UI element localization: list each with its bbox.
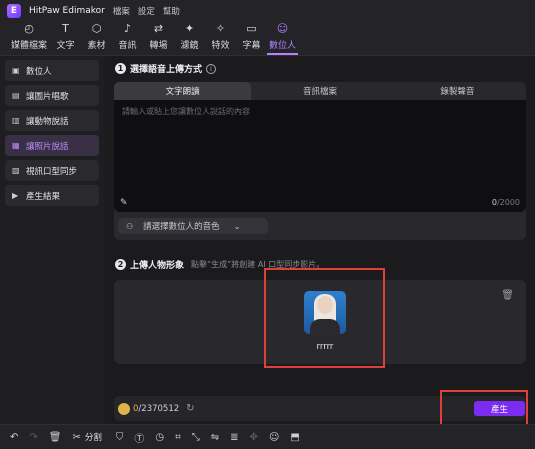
scissors-icon[interactable]: ✂ bbox=[72, 432, 80, 443]
step1-number: 1 bbox=[115, 63, 126, 74]
menu-help[interactable]: 幫助 bbox=[163, 5, 180, 17]
magic-wand-icon[interactable]: ✎ bbox=[120, 198, 132, 209]
sidebar-item-image-sing[interactable]: ▤ 讓圖片唱歌 bbox=[5, 85, 99, 106]
redo-icon[interactable]: ↷ bbox=[29, 432, 37, 443]
sidebar: ▣ 數位人 ▤ 讓圖片唱歌 ▥ 讓動物說話 ▦ 讓照片說話 ▧ 視訊口型同步 ▶ 產生結果 bbox=[0, 56, 104, 424]
toolbar-digital-human[interactable]: ☺ 數位人 bbox=[267, 23, 298, 55]
sidebar-item-lip-sync[interactable]: ▧ 視訊口型同步 bbox=[5, 160, 99, 181]
sidebar-item-label: 讓圖片唱歌 bbox=[26, 91, 69, 102]
step2-title: 上傳人物形象 bbox=[130, 261, 185, 271]
delete-avatar-icon[interactable]: 🗑 bbox=[501, 290, 514, 301]
menu-file[interactable]: 檔案 bbox=[113, 5, 130, 17]
text-icon: T bbox=[62, 22, 69, 35]
script-placeholder: 請輸入或貼上您讓數位人說話的內容 bbox=[122, 107, 250, 116]
credits: 0/2370512 bbox=[133, 404, 179, 414]
tab-audio-file[interactable]: 音訊檔案 bbox=[251, 82, 388, 100]
toolbar-label: 轉場 bbox=[149, 41, 168, 51]
sidebar-item-label: 讓動物說話 bbox=[26, 116, 69, 127]
image-sing-icon: ▤ bbox=[12, 91, 20, 100]
sidebar-item-result[interactable]: ▶ 產生結果 bbox=[5, 185, 99, 206]
toolbar-subtitle[interactable]: ▭ 字幕 bbox=[236, 23, 267, 55]
result-icon: ▶ bbox=[12, 191, 19, 200]
step1-title: 選擇語音上傳方式 bbox=[130, 65, 203, 75]
main-panel: 1 選擇語音上傳方式 i 文字朗讀 音訊檔案 錄製聲音 請輸入或貼上您讓數位人說… bbox=[106, 56, 535, 424]
toolbar-label: 媒體檔案 bbox=[10, 41, 47, 51]
sidebar-item-label: 數位人 bbox=[26, 66, 52, 77]
sidebar-item-label: 視訊口型同步 bbox=[26, 166, 78, 177]
voice-panel: 文字朗讀 音訊檔案 錄製聲音 請輸入或貼上您讓數位人說話的內容 ✎ 0/2000… bbox=[114, 82, 526, 240]
toolbar-media[interactable]: ◴ 媒體檔案 bbox=[8, 23, 50, 55]
toolbar-label: 音訊 bbox=[118, 41, 137, 51]
info-icon[interactable]: i bbox=[206, 63, 217, 74]
chevron-down-icon: ⌄ bbox=[233, 221, 241, 231]
voice-tabs: 文字朗讀 音訊檔案 錄製聲音 bbox=[114, 82, 526, 100]
media-icon: ◴ bbox=[24, 22, 34, 35]
sidebar-item-animal[interactable]: ▥ 讓動物說話 bbox=[5, 110, 99, 131]
export-icon[interactable]: ⬒ bbox=[290, 432, 299, 443]
align-icon[interactable]: ≣ bbox=[230, 432, 238, 443]
app-logo: E bbox=[7, 4, 21, 18]
coin-icon bbox=[118, 402, 130, 415]
edit-toolbar: ↶ ↷ 🗑 ✂ 分割 ⛉ Ⓣ ◷ ⌗ ⤡ ⇋ ≣ ✥ ☺ ⬒ bbox=[0, 424, 535, 449]
title-bar: E HitPaw Edimakor 檔案 設定 幫助 bbox=[0, 0, 535, 22]
animal-icon: ▥ bbox=[12, 116, 20, 125]
undo-icon[interactable]: ↶ bbox=[10, 432, 18, 443]
toolbar-audio[interactable]: ♪ 音訊 bbox=[112, 23, 143, 55]
sidebar-item-person[interactable]: ▣ 數位人 bbox=[5, 60, 99, 81]
voice-select-label: 請選擇數位人的音色 bbox=[143, 222, 220, 232]
char-max: /2000 bbox=[496, 198, 520, 207]
tab-record-voice[interactable]: 錄製聲音 bbox=[389, 82, 526, 100]
step2-number: 2 bbox=[115, 259, 126, 270]
menu-settings[interactable]: 設定 bbox=[138, 5, 155, 17]
sidebar-item-photo-talk[interactable]: ▦ 讓照片說話 bbox=[5, 135, 99, 156]
move-icon[interactable]: ✥ bbox=[250, 432, 258, 443]
timer-icon[interactable]: ◷ bbox=[155, 432, 164, 443]
toolbar-label: 素材 bbox=[87, 41, 106, 51]
toolbar-text[interactable]: T 文字 bbox=[50, 23, 81, 55]
digital-human-icon: ☺ bbox=[276, 22, 289, 35]
photo-talk-icon: ▦ bbox=[12, 141, 20, 150]
text-box-icon[interactable]: Ⓣ bbox=[134, 430, 144, 445]
delete-icon[interactable]: 🗑 bbox=[49, 432, 62, 443]
resize-icon[interactable]: ⤡ bbox=[192, 432, 200, 443]
toolbar-transition[interactable]: ⇄ 轉場 bbox=[143, 23, 174, 55]
sidebar-item-label: 讓照片說話 bbox=[26, 141, 69, 152]
toolbar-label: 數位人 bbox=[268, 41, 296, 51]
person-icon: ▣ bbox=[12, 66, 20, 75]
script-textarea[interactable]: 請輸入或貼上您讓數位人說話的內容 ✎ 0/2000 bbox=[114, 100, 526, 212]
toolbar-effects[interactable]: ✧ 特效 bbox=[205, 23, 236, 55]
toolbar-label: 濾鏡 bbox=[180, 41, 199, 51]
step1-header: 1 選擇語音上傳方式 i bbox=[115, 62, 217, 75]
voice-person-icon: ⚇ bbox=[126, 221, 134, 231]
effects-icon: ✧ bbox=[215, 22, 226, 35]
app-name: HitPaw Edimakor bbox=[29, 6, 105, 16]
subtitle-icon: ▭ bbox=[246, 22, 257, 35]
avatar-highlight-box bbox=[264, 268, 385, 368]
shield-icon[interactable]: ⛉ bbox=[116, 432, 124, 443]
main-toolbar: ◴ 媒體檔案 T 文字 ⬡ 素材 ♪ 音訊 ⇄ 轉場 ✦ 濾鏡 ✧ 特效 ▭ 字幕 ☺ 數位人 bbox=[0, 22, 535, 56]
assets-icon: ⬡ bbox=[91, 22, 102, 35]
audio-icon: ♪ bbox=[123, 22, 132, 35]
crop-icon[interactable]: ⌗ bbox=[175, 432, 181, 443]
lip-sync-icon: ▧ bbox=[12, 166, 20, 175]
toolbar-filter[interactable]: ✦ 濾鏡 bbox=[174, 23, 205, 55]
transition-icon: ⇄ bbox=[153, 22, 164, 35]
refresh-icon[interactable]: ↻ bbox=[186, 403, 194, 414]
toolbar-assets[interactable]: ⬡ 素材 bbox=[81, 23, 112, 55]
sidebar-item-label: 產生結果 bbox=[26, 191, 61, 202]
credits-total: /2370512 bbox=[138, 403, 180, 414]
face-icon[interactable]: ☺ bbox=[269, 432, 279, 443]
voice-select[interactable]: ⚇ 請選擇數位人的音色 ⌄ bbox=[118, 218, 268, 234]
toolbar-label: 文字 bbox=[56, 41, 75, 51]
filter-icon: ✦ bbox=[184, 22, 195, 35]
tab-text-to-speech[interactable]: 文字朗讀 bbox=[114, 82, 252, 100]
char-counter: 0/2000 bbox=[492, 198, 520, 207]
toolbar-label: 字幕 bbox=[242, 41, 261, 51]
mirror-icon[interactable]: ⇋ bbox=[211, 432, 219, 443]
split-label[interactable]: 分割 bbox=[85, 431, 102, 443]
toolbar-label: 特效 bbox=[211, 41, 230, 51]
